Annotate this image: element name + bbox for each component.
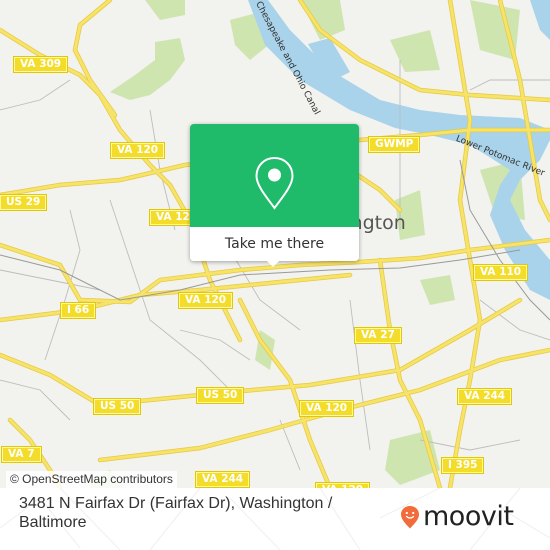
moovit-pin-icon bbox=[401, 506, 419, 529]
road-shield-va244: VA 244 bbox=[194, 471, 251, 488]
road-shield-va7: VA 7 bbox=[1, 446, 42, 463]
road-shield-va120: VA 120 bbox=[298, 400, 355, 417]
road-shield-i395: I 395 bbox=[440, 457, 485, 474]
road-shield-va27: VA 27 bbox=[354, 327, 402, 344]
road-shield-i66: I 66 bbox=[59, 302, 97, 319]
popup-pointer bbox=[266, 260, 280, 267]
moovit-wordmark: moovit bbox=[423, 501, 514, 532]
address-text: 3481 N Fairfax Dr (Fairfax Dr), Washingt… bbox=[19, 495, 333, 531]
road-shield-va120: VA 120 bbox=[109, 142, 166, 159]
map-attribution[interactable]: © OpenStreetMap contributors bbox=[6, 471, 177, 488]
road-shield-gwmp: GWMP bbox=[367, 136, 421, 153]
road-shield-va110: VA 110 bbox=[472, 264, 529, 281]
road-shield-us29: US 29 bbox=[0, 194, 48, 211]
moovit-logo[interactable]: moovit bbox=[400, 501, 514, 532]
footer: 3481 N Fairfax Dr (Fairfax Dr), Washingt… bbox=[0, 488, 550, 550]
road-shield-va120: VA 120 bbox=[177, 292, 234, 309]
road-shield-va244: VA 244 bbox=[456, 388, 513, 405]
map-pin-icon bbox=[255, 156, 294, 210]
popup-header bbox=[190, 124, 359, 227]
road-shield-us50: US 50 bbox=[195, 387, 245, 404]
map-canvas[interactable]: Chesapeake and Ohio Canal Lower Potomac … bbox=[0, 0, 550, 488]
road-shield-va309: VA 309 bbox=[12, 56, 69, 73]
take-me-there-button[interactable]: Take me there bbox=[190, 227, 359, 261]
location-popup: Take me there bbox=[190, 124, 359, 267]
road-shield-us50: US 50 bbox=[92, 398, 142, 415]
